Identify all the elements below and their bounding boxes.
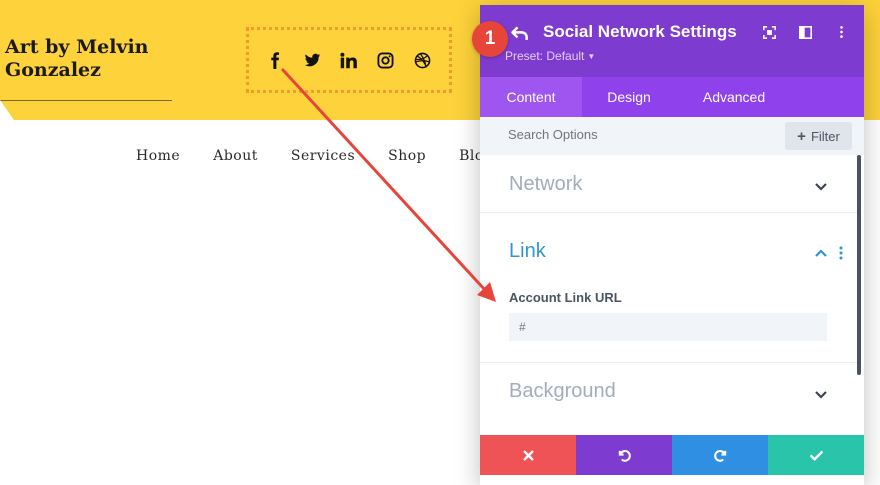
fullscreen-icon[interactable] <box>760 23 778 41</box>
section-title-network: Network <box>509 173 583 195</box>
tab-design[interactable]: Design <box>582 77 676 117</box>
undo-button[interactable] <box>576 435 672 475</box>
preset-selector[interactable]: Preset: Default ▼ <box>505 49 595 63</box>
discard-button[interactable] <box>480 435 576 475</box>
section-link: Link Account Link URL <box>480 213 858 363</box>
site-title[interactable]: Art by Melvin Gonzalez <box>5 36 175 82</box>
site-navigation: Home About Services Shop Blog <box>136 148 493 164</box>
panel-title: Social Network Settings <box>543 22 737 41</box>
nav-home[interactable]: Home <box>136 148 180 164</box>
undo-arrow-icon[interactable] <box>510 24 530 44</box>
tab-advanced[interactable]: Advanced <box>676 77 792 117</box>
section-title-link[interactable]: Link <box>509 240 546 263</box>
filter-label: Filter <box>810 128 840 144</box>
split-view-icon[interactable] <box>796 23 814 41</box>
redo-button[interactable] <box>672 435 768 475</box>
nav-services[interactable]: Services <box>291 148 355 164</box>
step-number-badge: 1 <box>472 21 508 57</box>
facebook-icon[interactable] <box>265 50 285 70</box>
linkedin-icon[interactable] <box>339 50 359 70</box>
chevron-up-icon[interactable] <box>814 246 828 260</box>
section-background[interactable]: Background <box>480 363 858 427</box>
instagram-icon[interactable] <box>376 50 396 70</box>
filter-button[interactable]: + Filter <box>785 122 852 150</box>
search-options-input[interactable] <box>508 127 758 142</box>
chevron-down-icon[interactable] <box>814 387 828 401</box>
section-more-options-icon[interactable] <box>838 246 844 260</box>
plus-icon: + <box>797 127 806 145</box>
undo-icon <box>618 449 631 462</box>
social-media-follow-module[interactable] <box>246 27 452 93</box>
dribbble-icon[interactable] <box>413 50 433 70</box>
preset-label: Preset: Default <box>505 49 585 63</box>
checkmark-icon <box>809 450 823 460</box>
more-options-icon[interactable] <box>832 23 850 41</box>
nav-shop[interactable]: Shop <box>388 148 426 164</box>
caret-down-icon: ▼ <box>587 51 596 61</box>
settings-tabs: Content Design Advanced <box>480 77 864 117</box>
chevron-down-icon[interactable] <box>814 179 828 193</box>
search-options-bar: + Filter <box>480 117 864 155</box>
save-button[interactable] <box>768 435 864 475</box>
panel-header-tools <box>760 23 850 41</box>
panel-footer <box>480 435 864 475</box>
section-title-background: Background <box>509 380 616 402</box>
panel-header: Social Network Settings Preset: Default … <box>480 5 864 77</box>
module-settings-panel: Social Network Settings Preset: Default … <box>480 5 864 485</box>
title-underline <box>0 100 172 101</box>
section-network[interactable]: Network <box>480 155 858 213</box>
close-icon <box>523 450 533 460</box>
twitter-icon[interactable] <box>302 50 322 70</box>
redo-icon <box>713 449 726 462</box>
tab-content[interactable]: Content <box>480 77 582 117</box>
panel-scrollbar[interactable] <box>857 155 861 375</box>
account-link-url-label: Account Link URL <box>509 290 622 305</box>
nav-about[interactable]: About <box>213 148 258 164</box>
account-link-url-input[interactable] <box>509 313 827 341</box>
